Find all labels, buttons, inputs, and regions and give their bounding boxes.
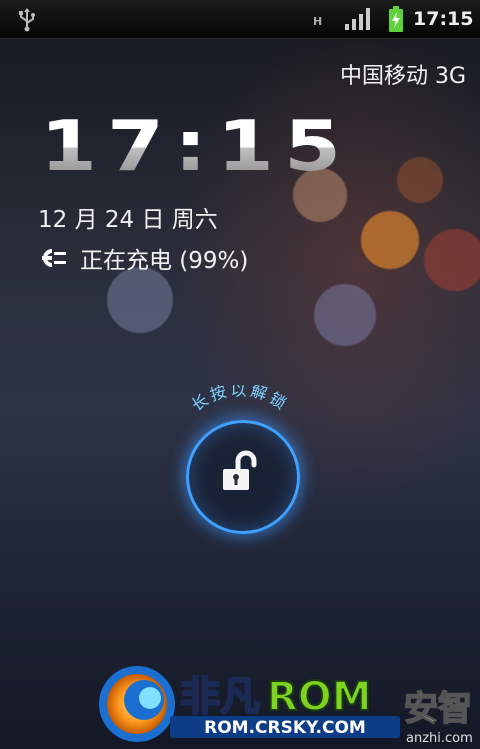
svg-text:长按以解锁: 长按以解锁 bbox=[188, 385, 292, 415]
brand-logo: 非凡 ROM ROM.CRSKY.COM bbox=[99, 666, 400, 742]
battery-charging-icon bbox=[389, 6, 403, 32]
svg-text:ROM.CRSKY.COM: ROM.CRSKY.COM bbox=[204, 718, 366, 738]
svg-text:安智: 安智 bbox=[404, 689, 472, 729]
usb-icon bbox=[19, 8, 35, 32]
status-bar[interactable]: H 17:15 bbox=[0, 0, 480, 39]
carrier-label: 中国移动 3G bbox=[339, 64, 466, 89]
network-type-icon: H bbox=[313, 15, 323, 28]
charging-text: 正在充电 (99%) bbox=[80, 248, 249, 274]
watermark-logo: 安智 anzhi.com bbox=[403, 688, 473, 746]
svg-text:anzhi.com: anzhi.com bbox=[406, 731, 473, 746]
lockscreen-clock: 17:15 bbox=[40, 106, 352, 187]
svg-text:非凡: 非凡 bbox=[180, 674, 260, 720]
plug-icon bbox=[42, 249, 66, 267]
date-label: 12 月 24 日 周六 bbox=[38, 207, 218, 233]
unlock-icon[interactable] bbox=[220, 450, 260, 492]
charging-status: 正在充电 (99%) bbox=[38, 243, 249, 274]
status-time: 17:15 bbox=[413, 8, 474, 30]
signal-icon bbox=[345, 8, 370, 30]
svg-text:ROM: ROM bbox=[267, 674, 372, 720]
